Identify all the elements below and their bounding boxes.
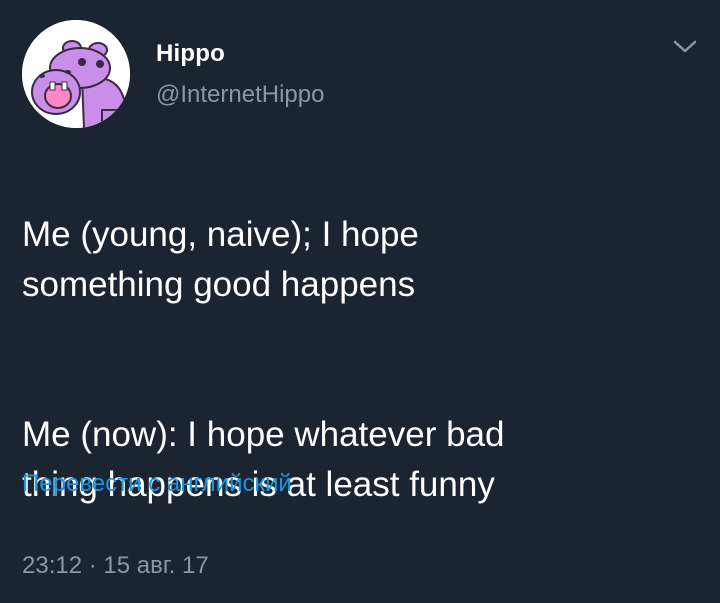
avatar[interactable]	[22, 20, 130, 128]
author-handle[interactable]: @InternetHippo	[156, 81, 324, 109]
chevron-down-icon[interactable]	[672, 38, 698, 56]
tweet-text: Me (young, naive); I hope something good…	[22, 160, 692, 560]
author-display-name[interactable]: Hippo	[156, 40, 225, 68]
translate-link[interactable]: Перевести с английский	[22, 470, 292, 498]
tweet-paragraph: Me (young, naive); I hope something good…	[22, 215, 419, 304]
tweet-timestamp[interactable]: 23:12 · 15 авг. 17	[22, 552, 209, 580]
tweet: Hippo @InternetHippo Me (young, naive); …	[0, 0, 720, 603]
hippo-avatar-icon	[22, 20, 130, 128]
